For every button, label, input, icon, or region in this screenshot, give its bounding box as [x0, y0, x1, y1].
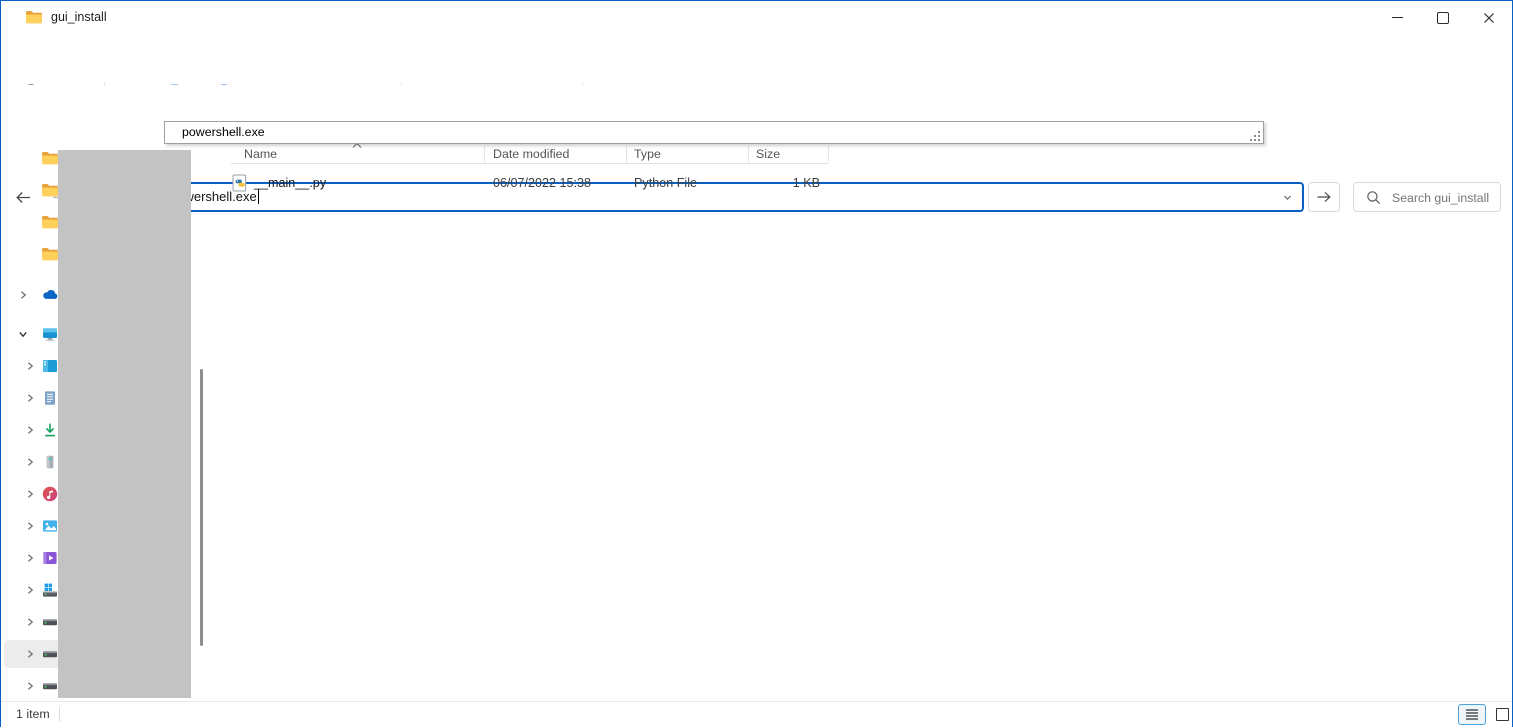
details-view-button[interactable]: [1458, 704, 1486, 725]
details-view-icon: [1465, 708, 1479, 721]
chevron-right-icon[interactable]: [18, 290, 28, 300]
music-icon: [41, 485, 59, 503]
large-icons-view-button[interactable]: [1490, 704, 1513, 725]
redaction-overlay: [58, 150, 191, 698]
chevron-right-icon[interactable]: [25, 361, 35, 371]
chevron-right-icon[interactable]: [25, 521, 35, 531]
pictures-icon: [41, 517, 59, 535]
chevron-right-icon[interactable]: [25, 649, 35, 659]
folder-icon: [25, 9, 43, 25]
column-header-name[interactable]: Name: [244, 147, 277, 161]
chevron-right-icon[interactable]: [25, 585, 35, 595]
go-button[interactable]: [1308, 182, 1340, 212]
file-list-header: Name Date modified Type Size: [211, 145, 1510, 164]
sidebar-scrollbar-thumb[interactable]: [200, 369, 203, 646]
folder-icon: [41, 149, 59, 167]
column-separator[interactable]: [828, 146, 829, 163]
resize-grip-icon[interactable]: [1250, 131, 1260, 141]
chevron-right-icon[interactable]: [25, 425, 35, 435]
column-separator[interactable]: [626, 146, 627, 163]
chevron-right-icon[interactable]: [25, 617, 35, 627]
autocomplete-suggestion[interactable]: powershell.exe: [165, 122, 1249, 143]
drive-icon: [41, 613, 59, 631]
maximize-icon: [1437, 12, 1449, 24]
chevron-down-icon[interactable]: [18, 329, 28, 339]
close-button[interactable]: [1466, 1, 1512, 34]
search-icon: [1366, 190, 1381, 205]
minimize-button[interactable]: [1374, 1, 1420, 34]
maximize-button[interactable]: [1420, 1, 1466, 34]
downloads-icon: [41, 421, 59, 439]
file-size: 1 KB: [748, 176, 820, 190]
drive-icon: [41, 677, 59, 695]
chevron-right-icon[interactable]: [25, 457, 35, 467]
close-icon: [1483, 12, 1495, 24]
chevron-right-icon[interactable]: [25, 489, 35, 499]
drive-icon: [41, 645, 59, 663]
address-autocomplete-dropdown: powershell.exe: [164, 121, 1264, 144]
search-box: [1353, 182, 1501, 212]
device-icon: [41, 453, 59, 471]
column-separator[interactable]: [484, 146, 485, 163]
file-name: __main__.py: [254, 176, 326, 190]
chevron-right-icon[interactable]: [25, 393, 35, 403]
window-title: gui_install: [51, 1, 107, 33]
documents-icon: [41, 389, 59, 407]
status-bar: 1 item: [1, 701, 1512, 728]
minimize-icon: [1392, 17, 1403, 18]
explorer-window: gui_install New Sort View: [0, 0, 1513, 727]
folder-icon: [41, 181, 59, 199]
windows-drive-icon: [41, 581, 59, 599]
videos-icon: [41, 549, 59, 567]
status-separator: [59, 707, 60, 722]
file-date-modified: 06/07/2022 15:38: [493, 176, 591, 190]
column-header-date-modified[interactable]: Date modified: [493, 147, 569, 161]
titlebar: gui_install: [1, 1, 1512, 34]
go-icon: [1315, 188, 1333, 206]
search-input[interactable]: [1390, 186, 1499, 210]
item-count: 1 item: [16, 707, 50, 721]
header-underline: [231, 163, 828, 164]
large-icons-view-icon: [1496, 708, 1509, 721]
file-row[interactable]: __main__.py 06/07/2022 15:38 Python File…: [211, 171, 861, 197]
folder-icon: [41, 213, 59, 231]
address-dropdown-icon[interactable]: [1282, 192, 1293, 203]
chevron-right-icon[interactable]: [25, 553, 35, 563]
python-file-icon: [232, 174, 249, 192]
window-controls: [1374, 1, 1512, 34]
desktop-icon: [41, 357, 59, 375]
column-header-type[interactable]: Type: [634, 147, 661, 161]
command-bar: New Sort View ⋯: [1, 34, 1512, 86]
this-pc-icon: [41, 325, 59, 343]
column-separator[interactable]: [748, 146, 749, 163]
chevron-right-icon[interactable]: [25, 681, 35, 691]
onedrive-icon: [41, 286, 59, 304]
folder-icon: [41, 245, 59, 263]
file-type: Python File: [634, 176, 697, 190]
column-header-size[interactable]: Size: [756, 147, 780, 161]
